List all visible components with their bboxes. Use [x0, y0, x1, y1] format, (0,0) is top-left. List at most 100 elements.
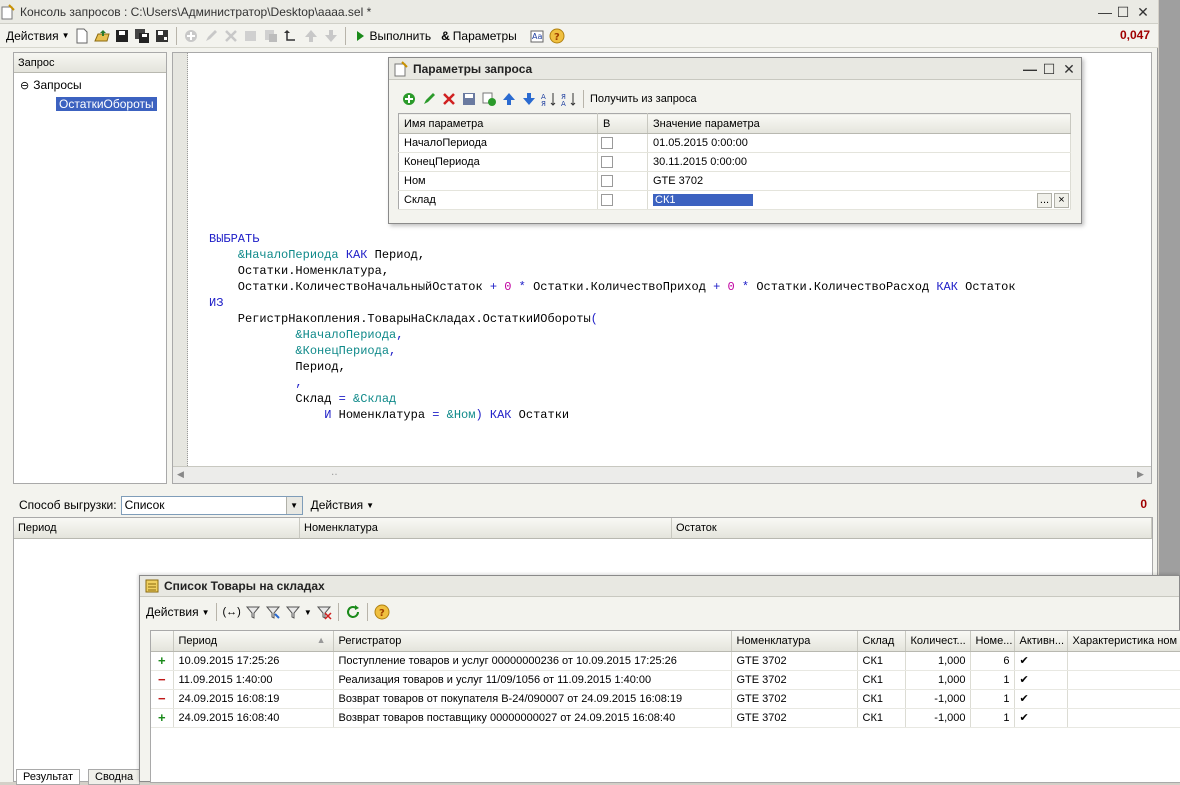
result-actions-menu-button[interactable]: Действия ▼: [309, 494, 377, 516]
params-sort-asc-button[interactable]: АЯ: [539, 88, 559, 110]
params-row[interactable]: КонецПериода 30.11.2015 0:00:00: [398, 152, 1071, 172]
params-table[interactable]: Имя параметра В Значение параметра Начал…: [398, 113, 1071, 210]
params-header-row: Имя параметра В Значение параметра: [398, 113, 1071, 134]
undo-button[interactable]: [281, 25, 301, 47]
close-icon[interactable]: ✕: [1134, 3, 1152, 21]
edit-button[interactable]: [201, 25, 221, 47]
params-row[interactable]: Склад СК1 ... ×: [398, 190, 1071, 210]
params-row[interactable]: Ном GTE 3702: [398, 171, 1071, 191]
tab-result[interactable]: Результат: [16, 769, 81, 785]
tree-root-node[interactable]: ⊖ Запросы: [20, 77, 82, 93]
params-delete-button[interactable]: [439, 88, 459, 110]
param-in-checkbox[interactable]: [601, 194, 613, 207]
parameters-label: Параметры: [452, 28, 517, 43]
params-move-up-button[interactable]: [499, 88, 519, 110]
param-value-editor[interactable]: СК1 ... ×: [647, 190, 1071, 210]
param-value-input[interactable]: СК1: [653, 194, 753, 206]
params-edit-button[interactable]: [419, 88, 439, 110]
list-clear-filter-button[interactable]: [314, 601, 334, 623]
result-column-header[interactable]: Период: [14, 518, 300, 539]
param-in-checkbox[interactable]: [601, 137, 613, 150]
chevron-down-icon[interactable]: ▼: [285, 496, 302, 514]
list-column-header[interactable]: Активн...: [1014, 631, 1068, 652]
param-in-checkbox[interactable]: [601, 175, 613, 188]
add-circle-icon: [183, 28, 199, 44]
params-maximize-icon[interactable]: ☐: [1040, 60, 1058, 78]
help-button[interactable]: ?: [547, 25, 567, 47]
minimize-icon[interactable]: —: [1096, 3, 1114, 21]
params-column-header[interactable]: Имя параметра: [398, 113, 598, 134]
open-file-button[interactable]: [92, 25, 112, 47]
constructor-button[interactable]: Aa: [527, 25, 547, 47]
list-row[interactable]: +24.09.2015 16:08:40 Возврат товаров пост…: [151, 708, 1180, 728]
copy-button[interactable]: [241, 25, 261, 47]
move-up-button[interactable]: [301, 25, 321, 47]
tree-query-node[interactable]: ОстаткиОбороты: [56, 96, 157, 112]
window-title: Консоль запросов : C:\Users\Администрато…: [20, 4, 372, 19]
params-column-header[interactable]: Значение параметра: [647, 113, 1071, 134]
scroll-left-icon[interactable]: ◀: [177, 469, 184, 480]
scroll-right-icon[interactable]: ▶: [1137, 469, 1144, 480]
parameters-button[interactable]: & Параметры: [439, 25, 519, 47]
list-period-button[interactable]: (↔): [221, 601, 243, 623]
result-row-count: 0: [1140, 497, 1147, 511]
clear-value-button[interactable]: ×: [1054, 193, 1069, 208]
param-value[interactable]: GTE 3702: [647, 171, 1071, 191]
list-row[interactable]: −11.09.2015 1:40:00 Реализация товаров и …: [151, 670, 1180, 690]
paste-icon: [263, 28, 279, 44]
list-column-header[interactable]: Регистратор: [333, 631, 732, 652]
list-filter-history-button[interactable]: ▼: [283, 601, 314, 623]
params-save-button[interactable]: [459, 88, 479, 110]
query-code[interactable]: ВЫБРАТЬ &НачалоПериода КАК Период, Остат…: [209, 231, 1016, 423]
get-from-query-button[interactable]: Получить из запроса: [588, 88, 699, 110]
params-copy-button[interactable]: [479, 88, 499, 110]
new-file-button[interactable]: [72, 25, 92, 47]
maximize-icon[interactable]: ☐: [1114, 3, 1132, 21]
params-column-header[interactable]: В: [597, 113, 648, 134]
tab-pivot[interactable]: Сводна: [88, 769, 141, 785]
list-column-header[interactable]: Номе...: [970, 631, 1015, 652]
scroll-thumb-grip-icon[interactable]: ‥: [331, 467, 338, 478]
save-all-button[interactable]: [152, 25, 172, 47]
list-filter-button[interactable]: [243, 601, 263, 623]
list-row[interactable]: +10.09.2015 17:25:26 Поступление товаров …: [151, 651, 1180, 671]
list-column-header[interactable]: Количест...: [905, 631, 971, 652]
ellipsis-button[interactable]: ...: [1037, 193, 1052, 208]
save-as-button[interactable]: [132, 25, 152, 47]
params-row[interactable]: НачалоПериода 01.05.2015 0:00:00: [398, 133, 1071, 153]
param-in-checkbox[interactable]: [601, 156, 613, 169]
list-column-header[interactable]: Характеристика ном: [1067, 631, 1180, 652]
param-value[interactable]: 01.05.2015 0:00:00: [647, 133, 1071, 153]
move-down-button[interactable]: [321, 25, 341, 47]
result-column-header[interactable]: Номенклатура: [300, 518, 672, 539]
list-row[interactable]: −24.09.2015 16:08:19 Возврат товаров от п…: [151, 689, 1180, 709]
list-help-button[interactable]: ?: [372, 601, 392, 623]
list-column-header[interactable]: Номенклатура: [731, 631, 858, 652]
delete-button[interactable]: [221, 25, 241, 47]
params-toolbar: АЯ ЯА Получить из запроса: [399, 88, 699, 110]
actions-menu-button[interactable]: Действия ▼: [4, 25, 72, 47]
param-value[interactable]: 30.11.2015 0:00:00: [647, 152, 1071, 172]
register-records-table[interactable]: Период ▲ Регистратор Номенклатура Склад К…: [151, 631, 1180, 728]
params-close-icon[interactable]: ✕: [1060, 60, 1078, 78]
paste-button[interactable]: [261, 25, 281, 47]
list-actions-menu-button[interactable]: Действия ▼: [144, 601, 212, 623]
list-refresh-button[interactable]: [343, 601, 363, 623]
params-add-button[interactable]: [399, 88, 419, 110]
horizontal-scrollbar[interactable]: ◀ ‥ ▶: [173, 466, 1151, 483]
list-column-header[interactable]: Период ▲: [173, 631, 334, 652]
collapse-icon[interactable]: ⊖: [20, 80, 29, 92]
list-column-header[interactable]: Склад: [857, 631, 906, 652]
params-move-down-button[interactable]: [519, 88, 539, 110]
list-filter-by-value-button[interactable]: [263, 601, 283, 623]
register-records-grid[interactable]: Период ▲ Регистратор Номенклатура Склад К…: [150, 630, 1180, 783]
params-sort-desc-button[interactable]: ЯА: [559, 88, 579, 110]
code-token: Остатки: [511, 408, 570, 422]
save-button[interactable]: [112, 25, 132, 47]
params-minimize-icon[interactable]: —: [1021, 60, 1039, 78]
export-mode-select[interactable]: Список ▼: [120, 495, 303, 515]
result-column-header[interactable]: Остаток: [672, 518, 1152, 539]
record-registrar: Возврат товаров поставщику 00000000027 о…: [333, 708, 732, 728]
add-button[interactable]: [181, 25, 201, 47]
execute-button[interactable]: Выполнить: [350, 25, 434, 47]
